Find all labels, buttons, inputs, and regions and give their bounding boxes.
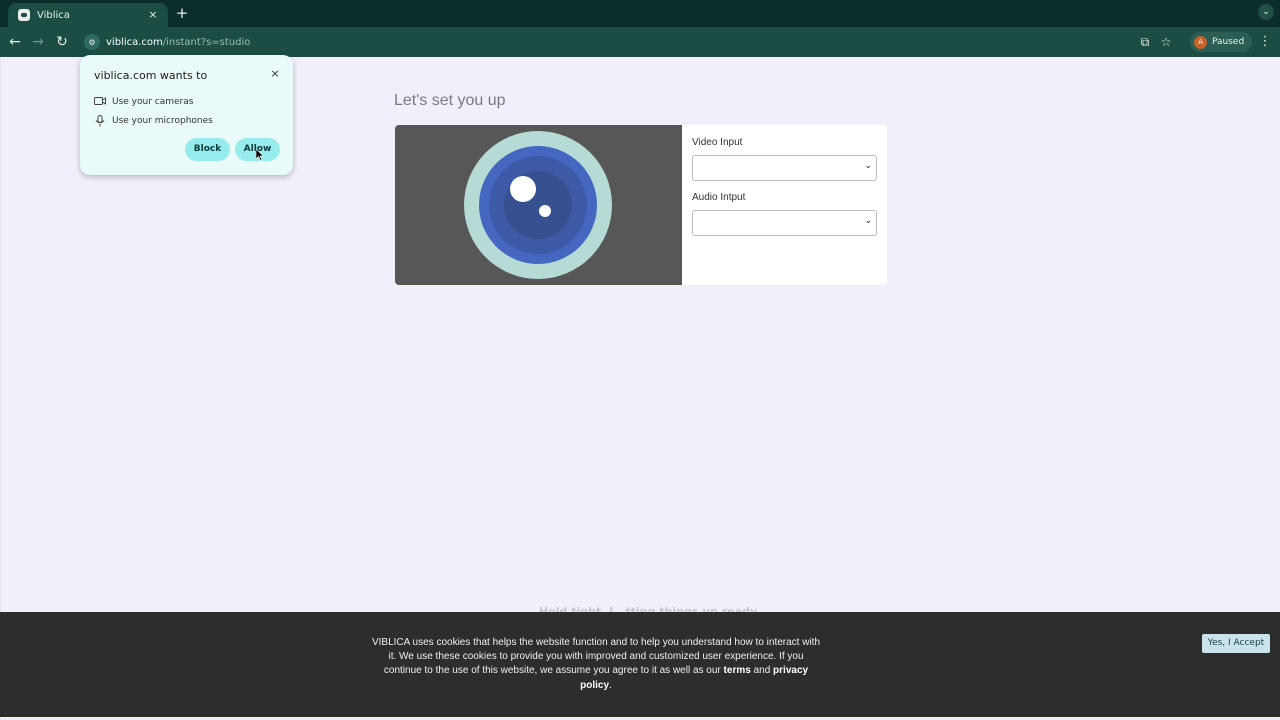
mouse-cursor-icon xyxy=(256,149,264,161)
setup-card: Video Input ⌄ Audio Intput ⌄ xyxy=(395,125,887,285)
back-arrow-icon[interactable]: ← xyxy=(6,33,24,51)
accept-cookies-button[interactable]: Yes, I Accept xyxy=(1202,634,1270,653)
browser-toolbar: ← → ↻ ⚙ viblica.com/instant?s=studio ⧉ ☆… xyxy=(0,27,1280,57)
site-favicon-icon xyxy=(18,9,30,21)
page-title: Let's set you up xyxy=(394,92,506,109)
tab-search-icon[interactable]: ⌄ xyxy=(1258,4,1274,20)
reload-icon[interactable]: ↻ xyxy=(53,33,71,51)
profile-status: Paused xyxy=(1212,37,1245,47)
kebab-menu-icon[interactable]: ⋮ xyxy=(1258,33,1272,51)
bookmark-star-icon[interactable]: ☆ xyxy=(1158,34,1174,50)
audio-input-select[interactable]: ⌄ xyxy=(692,210,877,236)
camera-lens-icon xyxy=(464,131,612,279)
profile-button[interactable]: A Paused xyxy=(1190,32,1252,52)
chevron-down-icon: ⌄ xyxy=(864,161,872,171)
permission-label: Use your microphones xyxy=(112,116,213,126)
terms-link[interactable]: terms xyxy=(724,665,751,676)
site-info-icon[interactable]: ⚙ xyxy=(84,34,100,50)
tab-strip: Viblica × + ⌄ xyxy=(0,0,1280,27)
new-tab-button[interactable]: + xyxy=(174,4,190,22)
avatar: A xyxy=(1194,35,1207,49)
cookie-period: . xyxy=(609,679,612,691)
chevron-down-icon: ⌄ xyxy=(864,216,872,226)
camera-preview xyxy=(395,125,682,285)
url-text: viblica.com/instant?s=studio xyxy=(106,37,250,48)
cast-icon[interactable]: ⧉ xyxy=(1137,34,1153,50)
permission-title: viblica.com wants to xyxy=(94,69,208,82)
microphone-icon xyxy=(94,115,106,127)
permission-item-camera: Use your cameras xyxy=(94,96,193,108)
audio-input-label: Audio Intput xyxy=(692,192,746,203)
address-bar[interactable]: ⚙ viblica.com/instant?s=studio xyxy=(80,31,1180,53)
video-input-select[interactable]: ⌄ xyxy=(692,155,877,181)
cookie-and: and xyxy=(753,665,771,677)
camera-icon xyxy=(94,96,106,108)
tab-title: Viblica xyxy=(37,9,70,21)
browser-tab[interactable]: Viblica × xyxy=(8,3,168,27)
forward-arrow-icon[interactable]: → xyxy=(29,33,47,51)
block-button[interactable]: Block xyxy=(185,138,230,161)
tab-close-icon[interactable]: × xyxy=(146,8,160,22)
permission-item-microphone: Use your microphones xyxy=(94,115,213,127)
close-icon[interactable]: × xyxy=(268,67,282,81)
url-host: viblica.com xyxy=(106,36,163,48)
permission-label: Use your cameras xyxy=(112,97,194,107)
video-input-label: Video Input xyxy=(692,137,743,148)
url-path: /instant?s=studio xyxy=(162,36,251,48)
cookie-text: VIBLICA uses cookies that helps the webs… xyxy=(370,636,822,693)
cookie-banner: VIBLICA uses cookies that helps the webs… xyxy=(0,612,1280,717)
